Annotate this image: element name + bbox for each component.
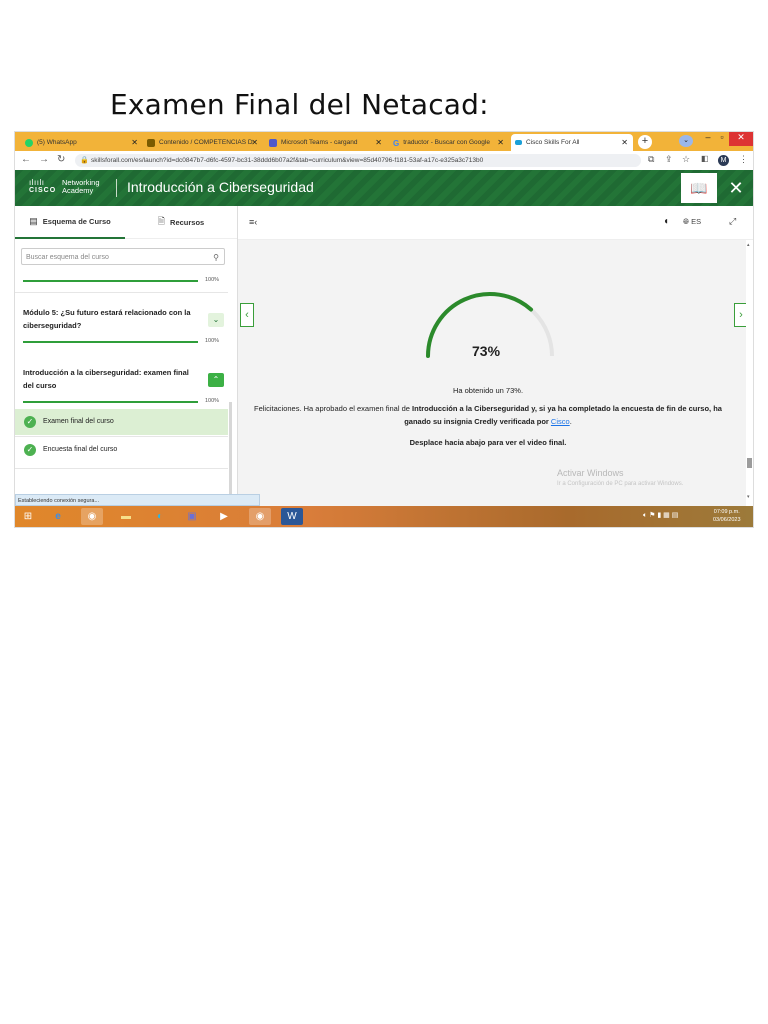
scroll-thumb[interactable] <box>747 458 752 468</box>
chevron-down-icon[interactable]: ⌄ <box>208 313 224 327</box>
list-item-final-exam[interactable]: ✓ Examen final del curso <box>15 409 228 435</box>
list-item-final-survey[interactable]: ✓ Encuesta final del curso <box>15 437 228 463</box>
windows-start-icon[interactable]: ⊞ <box>17 508 39 525</box>
internet-explorer-icon[interactable]: e <box>47 508 69 525</box>
file-explorer-icon[interactable]: ▬ <box>115 508 137 525</box>
install-icon[interactable]: ⧉ <box>648 154 654 165</box>
tab-search-icon[interactable]: ⌄ <box>679 135 693 147</box>
cisco-bars-icon: ılıılı <box>29 178 45 187</box>
bookmark-star-icon[interactable]: ☆ <box>682 154 690 165</box>
moodle-icon <box>147 138 155 147</box>
module-5-progress-text: 100% <box>205 338 220 344</box>
overall-progress-bar <box>23 280 198 282</box>
avatar[interactable]: M <box>718 155 729 166</box>
content-toolbar: ≡‹ ◖ 🌐︎ ES ⤢ <box>238 206 753 240</box>
sidepanel-icon[interactable]: ◧ <box>701 154 709 163</box>
back-icon[interactable]: ← <box>21 154 31 165</box>
dark-mode-icon[interactable]: ◖ <box>663 216 669 227</box>
language-selector[interactable]: 🌐︎ ES <box>683 217 701 227</box>
tab-contenido[interactable]: Contenido / COMPETENCIAS D ✕ <box>143 134 263 151</box>
tab-resources[interactable]: 🗎 Recursos <box>125 206 237 239</box>
close-course-icon[interactable]: ✕ <box>723 173 749 203</box>
edge-icon[interactable]: ◐ <box>149 508 171 525</box>
document-icon: 🗎 <box>157 216 166 226</box>
chevron-up-icon[interactable]: ⌃ <box>208 373 224 387</box>
system-tray-icons[interactable]: 🔈︎ ⚑ ▮ ▦ ▤ <box>643 511 678 520</box>
scroll-hint-text: Desplace hacia abajo para ver el video f… <box>409 438 567 447</box>
tab-course-outline[interactable]: ▤ Esquema de Curso <box>15 206 125 239</box>
minimize-icon[interactable]: – <box>701 132 715 146</box>
window-close-icon[interactable]: ✕ <box>729 132 753 146</box>
collapse-menu-icon[interactable]: ≡‹ <box>249 217 257 227</box>
module-5-progress-bar <box>23 341 198 343</box>
close-tab-icon[interactable]: ✕ <box>131 138 138 147</box>
windows-activation-hint: Ir a Configuración de PC para activar Wi… <box>557 481 684 487</box>
google-icon: G <box>393 138 400 148</box>
cisco-icon <box>515 140 522 145</box>
windows-taskbar: ⊞ e ◉ ▬ ◐ ▣ ▶ ◉ W 🔈︎ ⚑ ▮ ▦ ▤ 07:09 p.m. … <box>15 506 753 527</box>
screenshot: (5) WhatsApp ✕ Contenido / COMPETENCIAS … <box>15 132 753 527</box>
address-bar-row: ← → ↻ 🔒 skillsforall.com/es/launch?id=dc… <box>15 151 753 171</box>
media-player-icon[interactable]: ▶ <box>213 508 235 525</box>
header-divider <box>116 179 117 197</box>
lock-icon: 🔒 <box>80 157 89 164</box>
chrome-icon[interactable]: ◉ <box>81 508 103 525</box>
browser-tab-bar: (5) WhatsApp ✕ Contenido / COMPETENCIAS … <box>15 132 753 151</box>
scroll-up-icon[interactable]: ▴ <box>747 242 750 248</box>
outline-search-input[interactable]: Buscar esquema del curso ⚲ <box>21 248 225 265</box>
cisco-link[interactable]: Cisco <box>551 417 570 426</box>
section-progress-text: 100% <box>205 398 220 404</box>
teams-taskbar-icon[interactable]: ▣ <box>181 508 203 525</box>
check-circle-icon: ✓ <box>24 444 36 456</box>
taskbar-clock[interactable]: 07:09 p.m. 03/06/2023 <box>713 508 741 524</box>
close-tab-icon[interactable]: ✕ <box>251 138 258 147</box>
tab-whatsapp[interactable]: (5) WhatsApp ✕ <box>21 134 143 151</box>
search-icon[interactable]: ⚲ <box>213 249 219 266</box>
word-icon[interactable]: W <box>281 508 303 525</box>
document-title: Examen Final del Netacad: <box>110 88 489 121</box>
fullscreen-icon[interactable]: ⤢ <box>729 216 736 227</box>
teams-icon <box>269 138 277 147</box>
overall-progress-text: 100% <box>205 277 220 283</box>
tab-skillsforall[interactable]: Cisco Skills For All ✕ <box>511 134 633 151</box>
cisco-networking-academy-logo: ılıılı CISCO Networking Academy <box>29 178 100 195</box>
previous-page-button[interactable]: ‹ <box>240 303 254 327</box>
score-obtained-text: Ha obtenido un 73%. <box>452 386 524 395</box>
forward-icon[interactable]: → <box>39 154 49 165</box>
restore-icon[interactable]: ▫ <box>715 132 729 146</box>
url-field[interactable]: 🔒 skillsforall.com/es/launch?id=dc0847b7… <box>75 154 641 167</box>
close-tab-icon[interactable]: ✕ <box>621 138 628 147</box>
translate-icon: 🌐︎ <box>683 217 689 226</box>
sidebar-scrollbar[interactable] <box>229 402 232 497</box>
module-5-title[interactable]: Módulo 5: ¿Su futuro estará relacionado … <box>23 306 193 332</box>
close-tab-icon[interactable]: ✕ <box>375 138 382 147</box>
outline-icon: ▤ <box>29 216 38 226</box>
check-circle-icon: ✓ <box>24 416 36 428</box>
tab-teams[interactable]: Microsoft Teams - cargand ✕ <box>265 134 387 151</box>
status-bubble: Estableciendo conexión segura... <box>15 494 260 506</box>
more-menu-icon[interactable]: ⋮ <box>739 154 748 165</box>
course-sidebar: ▤ Esquema de Curso 🗎 Recursos Buscar esq… <box>15 206 238 506</box>
new-tab-button[interactable]: + <box>638 135 652 149</box>
content-scrollbar[interactable]: ▴ ▾ <box>746 240 753 506</box>
reload-icon[interactable]: ↻ <box>57 154 65 165</box>
final-exam-section-title[interactable]: Introducción a la ciberseguridad: examen… <box>23 366 193 392</box>
windows-activation-watermark: Activar Windows <box>557 468 624 478</box>
score-value: 73% <box>472 343 501 359</box>
book-icon[interactable]: 📖 <box>681 173 717 203</box>
congratulations-text: Felicitaciones. Ha aprobado el examen fi… <box>254 404 722 426</box>
scroll-down-icon[interactable]: ▾ <box>747 494 750 500</box>
section-progress-bar <box>23 401 198 403</box>
close-tab-icon[interactable]: ✕ <box>497 138 504 147</box>
tab-google[interactable]: G traductor - Buscar con Google ✕ <box>389 134 509 151</box>
exam-result-content: 73% Ha obtenido un 73%. Felicitaciones. … <box>238 240 746 506</box>
course-header: ılıılı CISCO Networking Academy Introduc… <box>15 170 753 206</box>
course-title: Introducción a Ciberseguridad <box>127 179 314 195</box>
share-icon[interactable]: ⇪ <box>665 154 673 165</box>
chrome-icon-2[interactable]: ◉ <box>249 508 271 525</box>
main-panel: ≡‹ ◖ 🌐︎ ES ⤢ 73% Ha obtenido un 73%. Fel… <box>238 206 753 506</box>
whatsapp-icon <box>25 138 33 147</box>
